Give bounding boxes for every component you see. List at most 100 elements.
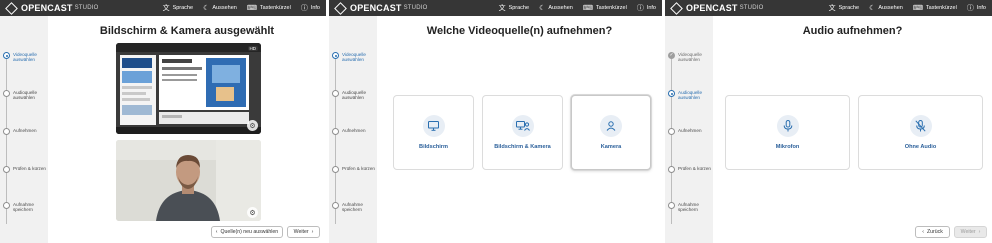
nav-appearance-label: Aussehen	[212, 5, 237, 11]
user-icon	[600, 115, 622, 137]
microphone-off-icon	[909, 115, 932, 137]
nav-language-label: Sprache	[838, 5, 860, 11]
next-label: Weiter	[960, 229, 976, 235]
reselect-sources-label: Quelle(n) neu auswählen	[220, 229, 279, 235]
nav-info-label: Info	[646, 5, 656, 11]
option-microphone-label: Mikrofon	[775, 144, 800, 150]
steps-sidebar: Videoquelle auswählen Audioquelle auswäh…	[0, 16, 48, 243]
step-review-label: Prüfen & kürzen	[342, 166, 375, 171]
brand-name: OPENCAST	[686, 3, 738, 13]
panel-audio-source: OPENCAST STUDIO 文 Sprache ☾ Aussehen ⌨ Tast…	[665, 0, 992, 243]
opencast-logo[interactable]: OPENCAST STUDIO	[671, 2, 763, 14]
translate-icon: 文	[162, 4, 170, 12]
step-save-label: Aufnahme speichern	[678, 202, 699, 213]
step-pending-icon	[332, 166, 339, 173]
moon-icon: ☾	[203, 4, 210, 12]
nav-language[interactable]: 文 Sprache	[163, 5, 194, 12]
page-title: Bildschirm & Kamera ausgewählt	[99, 25, 275, 37]
step-save-label: Aufnahme speichern	[13, 202, 34, 213]
nav-appearance[interactable]: ☾ Aussehen	[869, 5, 903, 12]
nav-info[interactable]: ⓘ Info	[967, 5, 986, 12]
step-audio-label: Audioquelle auswählen	[678, 90, 703, 101]
step-record: Aufnehmen	[3, 128, 49, 135]
option-camera-label: Kamera	[600, 144, 622, 150]
step-review-label: Prüfen & kürzen	[678, 166, 711, 171]
step-review-label: Prüfen & kürzen	[13, 166, 46, 171]
moon-icon: ☾	[539, 4, 546, 12]
step-pending-icon	[332, 202, 339, 209]
steps-line	[671, 58, 672, 224]
step-pending-icon	[668, 166, 675, 173]
step-record-label: Aufnehmen	[342, 128, 366, 133]
step-audio-label: Audioquelle auswählen	[342, 90, 367, 101]
next-button[interactable]: Weiter ›	[287, 226, 320, 238]
chevron-right-icon: ›	[978, 229, 981, 235]
camera-preview: ⚙	[116, 140, 261, 221]
nav-info[interactable]: ⓘ Info	[301, 5, 320, 12]
screen-preview: HD ⚙	[116, 43, 261, 134]
step-save: Aufnahme speichern	[3, 202, 49, 213]
step-active-icon	[332, 52, 339, 59]
screen-settings-icon[interactable]: ⚙	[247, 120, 258, 131]
back-label: Zurück	[926, 229, 943, 235]
nav-language[interactable]: 文 Sprache	[499, 5, 530, 12]
nav-info[interactable]: ⓘ Info	[637, 5, 656, 12]
nav-shortcuts[interactable]: ⌨ Tastenkürzel	[583, 5, 627, 12]
opencast-logo-icon	[671, 3, 682, 14]
nav-shortcuts[interactable]: ⌨ Tastenkürzel	[247, 5, 291, 12]
nav-info-label: Info	[976, 5, 986, 11]
opencast-logo[interactable]: OPENCAST STUDIO	[335, 2, 427, 14]
step-pending-icon	[668, 128, 675, 135]
step-record-label: Aufnehmen	[13, 128, 37, 133]
back-button[interactable]: ‹ Zurück	[915, 226, 950, 238]
camera-settings-icon[interactable]: ⚙	[247, 207, 258, 218]
next-button[interactable]: Weiter ›	[954, 226, 987, 238]
nav-language[interactable]: 文 Sprache	[829, 5, 860, 12]
step-pending-icon	[3, 202, 10, 209]
brand-sub: STUDIO	[739, 5, 764, 11]
step-review: Prüfen & kürzen	[3, 166, 49, 173]
step-active-icon	[668, 90, 675, 97]
step-audio: Audioquelle auswählen	[332, 90, 378, 101]
brand-name: OPENCAST	[21, 3, 73, 13]
reselect-sources-button[interactable]: ‹ Quelle(n) neu auswählen	[211, 226, 283, 238]
step-audio: Audioquelle auswählen	[3, 90, 49, 101]
option-microphone[interactable]: Mikrofon	[725, 95, 850, 170]
option-screen-camera[interactable]: Bildschirm & Kamera	[482, 95, 563, 170]
steps-line	[6, 58, 7, 224]
header-nav: 文 Sprache ☾ Aussehen ⌨ Tastenkürzel ⓘ Info	[829, 0, 986, 16]
nav-language-label: Sprache	[172, 5, 194, 11]
step-source: Videoquelle auswählen	[3, 52, 49, 63]
step-pending-icon	[332, 90, 339, 97]
panel-video-source: OPENCAST STUDIO 文 Sprache ☾ Aussehen ⌨ Tast…	[329, 0, 662, 243]
nav-appearance[interactable]: ☾ Aussehen	[203, 5, 237, 12]
app-header: OPENCAST STUDIO 文 Sprache ☾ Aussehen ⌨ Tast…	[329, 0, 662, 16]
monitor-user-icon	[511, 115, 534, 137]
nav-shortcuts-label: Tastenkürzel	[925, 5, 957, 11]
next-label: Weiter	[293, 229, 309, 235]
step-review: Prüfen & kürzen	[668, 166, 714, 173]
option-screen[interactable]: Bildschirm	[393, 95, 474, 170]
opencast-logo[interactable]: OPENCAST STUDIO	[6, 2, 98, 14]
option-screen-camera-label: Bildschirm & Kamera	[494, 144, 551, 150]
keyboard-icon: ⌨	[582, 4, 593, 12]
step-source-label: Videoquelle auswählen	[342, 52, 366, 63]
steps-sidebar: Videoquelle auswählen Audioquelle auswäh…	[665, 16, 713, 243]
app-root: OPENCAST STUDIO 文 Sprache ☾ Aussehen ⌨ Tast…	[0, 0, 992, 243]
nav-shortcuts[interactable]: ⌨ Tastenkürzel	[913, 5, 957, 12]
translate-icon: 文	[498, 4, 506, 12]
step-record-label: Aufnehmen	[678, 128, 702, 133]
chevron-left-icon: ‹	[215, 229, 218, 235]
brand-sub: STUDIO	[403, 5, 428, 11]
chevron-right-icon: ›	[311, 229, 314, 235]
step-save: Aufnahme speichern	[332, 202, 378, 213]
brand-sub: STUDIO	[74, 5, 99, 11]
option-camera[interactable]: Kamera	[571, 95, 651, 170]
nav-language-label: Sprache	[508, 5, 530, 11]
page-title: Audio aufnehmen?	[802, 25, 903, 37]
option-no-audio[interactable]: Ohne Audio	[858, 95, 983, 170]
nav-appearance[interactable]: ☾ Aussehen	[539, 5, 573, 12]
info-icon: ⓘ	[966, 4, 974, 12]
step-source-label: Videoquelle auswählen	[678, 52, 702, 63]
step-save-label: Aufnahme speichern	[342, 202, 363, 213]
